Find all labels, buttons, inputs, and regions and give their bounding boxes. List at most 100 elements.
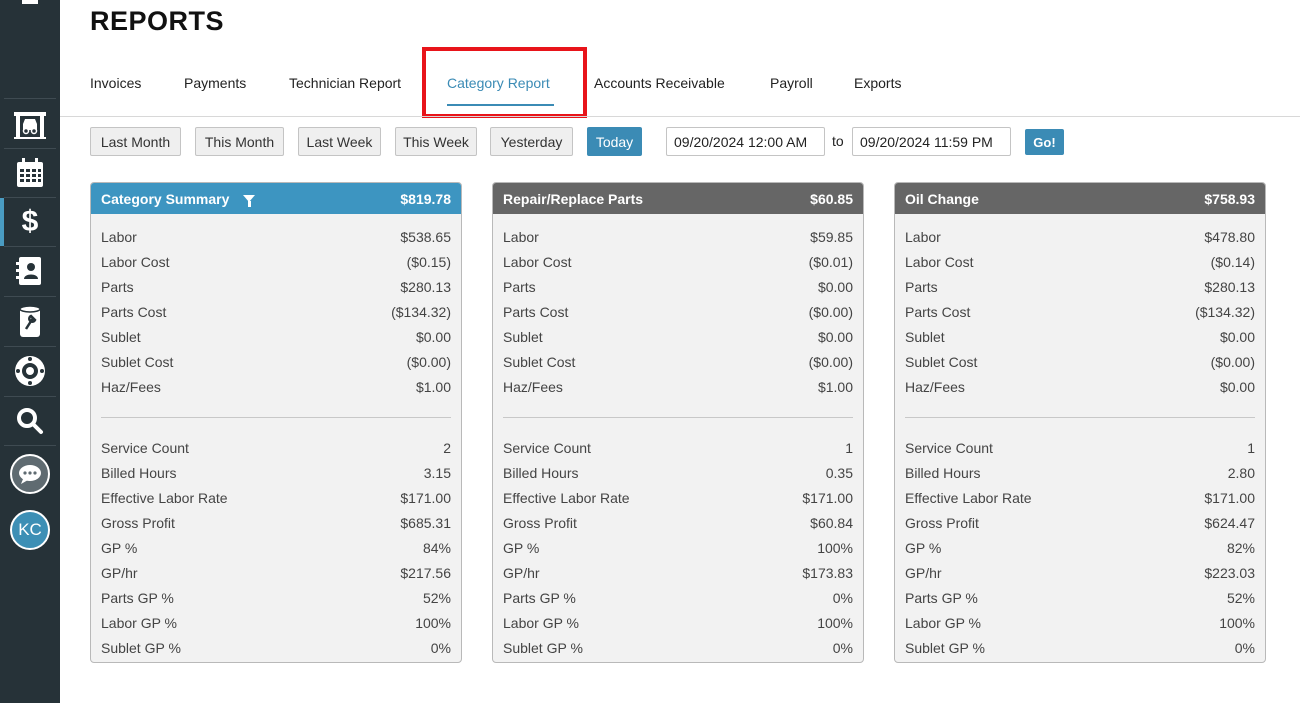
tab-accounts-receivable[interactable]: Accounts Receivable	[594, 75, 725, 91]
yesterday-button[interactable]: Yesterday	[490, 127, 573, 156]
metric-label: Labor	[905, 228, 941, 245]
metric-value: 52%	[1226, 589, 1255, 606]
chat-button[interactable]	[10, 454, 50, 494]
metric-value: ($0.00)	[1210, 353, 1255, 370]
chat-icon	[19, 465, 41, 484]
card-header: Oil Change $758.93	[895, 183, 1265, 214]
metric-label: Service Count	[101, 439, 189, 456]
metric-value: $0.00	[1219, 378, 1255, 395]
metric-row: Parts Cost ($134.32)	[101, 299, 451, 324]
last-week-button[interactable]: Last Week	[298, 127, 381, 156]
divider	[4, 296, 56, 297]
metric-value: ($134.32)	[1195, 303, 1255, 320]
metric-value: 100%	[415, 614, 451, 631]
divider	[101, 417, 451, 418]
go-button[interactable]: Go!	[1025, 129, 1064, 155]
tab-exports[interactable]: Exports	[854, 75, 901, 91]
metric-row: Sublet $0.00	[101, 324, 451, 349]
metric-row: Billed Hours 0.35	[503, 460, 853, 485]
metric-value: 3.15	[423, 464, 451, 481]
metric-row: Parts GP % 52%	[905, 585, 1255, 610]
card-title: Oil Change	[905, 190, 979, 207]
metric-row: Parts $0.00	[503, 274, 853, 299]
metric-value: 100%	[817, 614, 853, 631]
metric-value: $217.56	[400, 564, 451, 581]
metric-value: $59.85	[810, 228, 853, 245]
tab-technician-report[interactable]: Technician Report	[289, 75, 401, 91]
this-month-button[interactable]: This Month	[195, 127, 284, 156]
tab-payments[interactable]: Payments	[184, 75, 246, 91]
metric-label: GP %	[503, 539, 540, 556]
tab-payroll[interactable]: Payroll	[770, 75, 813, 91]
category-summary-card: Category Summary $819.78 Labor $538.65 Lab…	[90, 182, 462, 663]
parts-can-icon	[19, 305, 41, 337]
car-lift-icon	[14, 112, 46, 139]
metric-value: $0.00	[817, 328, 853, 345]
sidebar-item-search[interactable]	[0, 397, 60, 445]
contacts-icon	[16, 257, 41, 285]
tab-invoices[interactable]: Invoices	[90, 75, 141, 91]
avatar-initials: KC	[18, 520, 42, 539]
today-button[interactable]: Today	[587, 127, 642, 156]
metric-value: 0%	[430, 639, 451, 656]
card-total: $60.85	[810, 190, 853, 207]
sidebar: $ KC	[0, 0, 60, 703]
metric-value: $0.00	[1219, 328, 1255, 345]
metric-value: $1.00	[415, 378, 451, 395]
metric-value: $1.00	[817, 378, 853, 395]
sidebar-item-reports[interactable]: $	[0, 198, 60, 246]
dollar-icon: $	[21, 205, 39, 238]
metric-value: $280.13	[400, 278, 451, 295]
metric-value: 100%	[1219, 614, 1255, 631]
sidebar-item-inventory[interactable]	[0, 298, 60, 346]
metric-label: Labor Cost	[503, 253, 572, 270]
metric-label: Service Count	[905, 439, 993, 456]
metric-label: Haz/Fees	[503, 378, 563, 395]
metric-label: Sublet	[503, 328, 543, 345]
metric-label: Labor Cost	[905, 253, 974, 270]
metric-row: Labor GP % 100%	[905, 610, 1255, 635]
metric-value: 0%	[1234, 639, 1255, 656]
metric-value: $171.00	[802, 489, 853, 506]
metric-label: Labor	[101, 228, 137, 245]
page-title: REPORTS	[90, 6, 225, 36]
divider	[60, 116, 1300, 117]
highlight-box	[422, 47, 587, 118]
metric-label: Labor	[503, 228, 539, 245]
metric-row: Service Count 1	[503, 435, 853, 460]
last-month-button[interactable]: Last Month	[90, 127, 181, 156]
card-total: $819.78	[400, 190, 451, 207]
sidebar-item-shop[interactable]	[0, 100, 60, 148]
metric-row: GP % 82%	[905, 535, 1255, 560]
metric-label: GP/hr	[905, 564, 942, 581]
metric-label: Effective Labor Rate	[101, 489, 228, 506]
card-title: Repair/Replace Parts	[503, 190, 644, 207]
metric-row: Sublet $0.00	[905, 324, 1255, 349]
start-date-input[interactable]: 09/20/2024 12:00 AM	[666, 127, 825, 156]
metric-label: Sublet GP %	[905, 639, 985, 656]
metric-value: $538.65	[400, 228, 451, 245]
metric-row: Labor GP % 100%	[101, 610, 451, 635]
metric-row: Service Count 2	[101, 435, 451, 460]
metric-value: ($0.14)	[1210, 253, 1255, 270]
metric-row: Gross Profit $60.84	[503, 510, 853, 535]
end-date-input[interactable]: 09/20/2024 11:59 PM	[852, 127, 1011, 156]
metric-row: GP % 100%	[503, 535, 853, 560]
metric-row: GP % 84%	[101, 535, 451, 560]
metric-row: Parts Cost ($0.00)	[503, 299, 853, 324]
avatar[interactable]: KC	[10, 510, 50, 550]
metric-label: GP/hr	[101, 564, 138, 581]
calendar-icon	[17, 158, 43, 187]
sidebar-item-contacts[interactable]	[0, 247, 60, 295]
metric-row: Labor $59.85	[503, 224, 853, 249]
metric-value: $171.00	[1204, 489, 1255, 506]
metric-row: Labor GP % 100%	[503, 610, 853, 635]
sidebar-item-calendar[interactable]	[0, 149, 60, 197]
filter-icon[interactable]	[243, 195, 256, 207]
repair-replace-parts-card: Repair/Replace Parts $60.85 Labor $59.85 L…	[492, 182, 864, 663]
sidebar-item-tires[interactable]	[0, 347, 60, 395]
this-week-button[interactable]: This Week	[395, 127, 477, 156]
metric-row: GP/hr $217.56	[101, 560, 451, 585]
menu-icon[interactable]	[22, 0, 38, 4]
metric-row: GP/hr $223.03	[905, 560, 1255, 585]
